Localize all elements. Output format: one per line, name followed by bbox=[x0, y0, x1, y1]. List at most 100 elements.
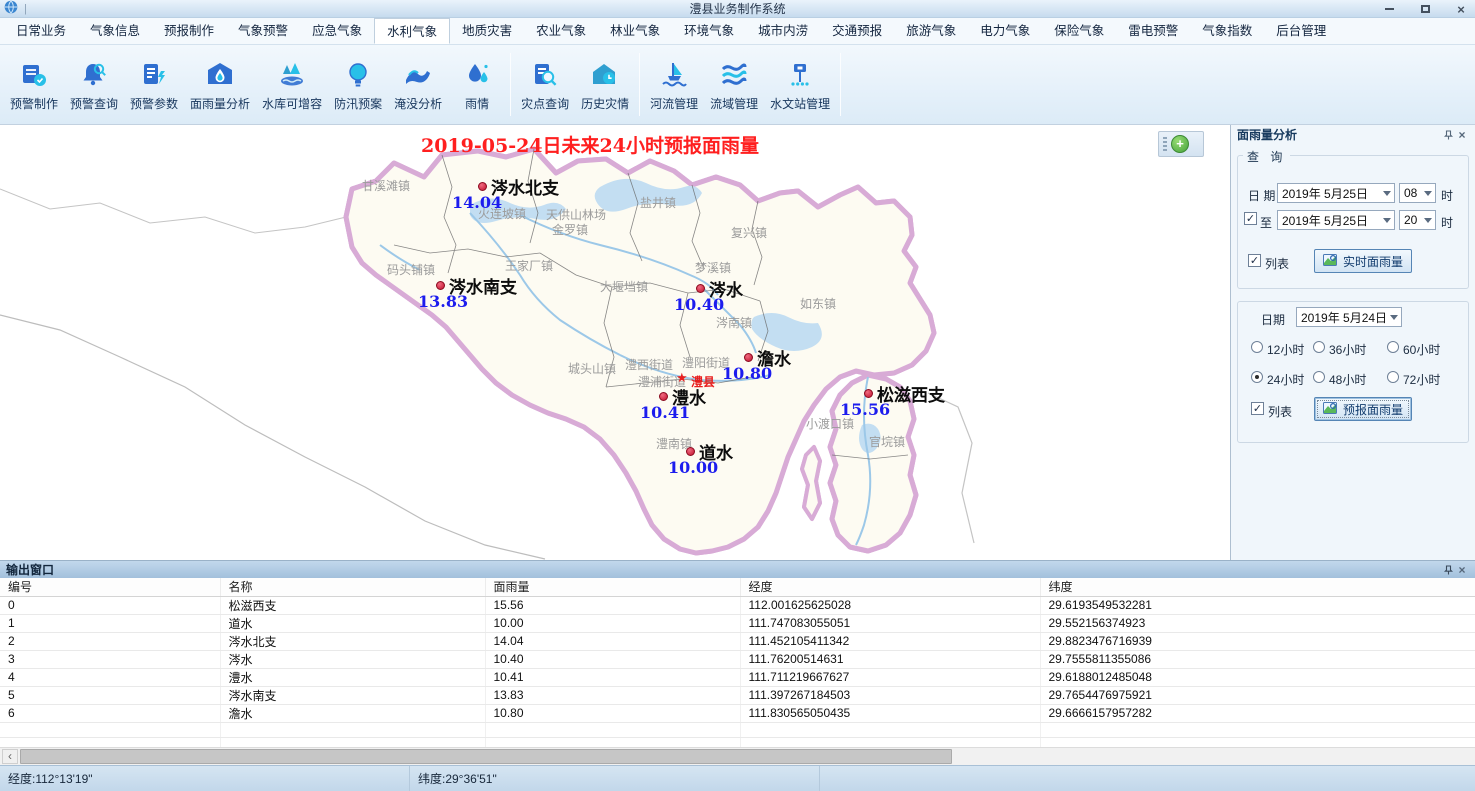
tool-disaster-point-query[interactable]: 灾点查询 bbox=[515, 58, 575, 112]
tool-rain-condition[interactable]: 雨情 bbox=[448, 58, 506, 112]
menu-item-forestry-weather[interactable]: 林业气象 bbox=[598, 18, 672, 44]
inundation-analysis-icon bbox=[403, 60, 433, 90]
to-date-checkbox[interactable]: ✓ bbox=[1244, 212, 1257, 225]
radio-12h[interactable] bbox=[1251, 341, 1263, 353]
station-marker[interactable] bbox=[696, 284, 705, 293]
minimize-button[interactable] bbox=[1381, 2, 1397, 16]
col-header-id[interactable]: 编号 bbox=[0, 578, 220, 596]
tool-inundation-analysis[interactable]: 淹没分析 bbox=[388, 58, 448, 112]
radio-72h[interactable] bbox=[1387, 371, 1399, 383]
radio-48h[interactable] bbox=[1313, 371, 1325, 383]
drag-grip-icon[interactable] bbox=[1163, 137, 1167, 151]
tool-flood-plan[interactable]: 防汛预案 bbox=[328, 58, 388, 112]
town-label: 梦溪镇 bbox=[695, 259, 731, 276]
reservoir-capacity-icon bbox=[277, 60, 307, 90]
list-checkbox[interactable]: ✓ bbox=[1248, 254, 1261, 267]
radio-60h[interactable] bbox=[1387, 341, 1399, 353]
tool-warning-create[interactable]: 预警制作 bbox=[4, 58, 64, 112]
station-marker[interactable] bbox=[436, 281, 445, 290]
table-row[interactable]: 2涔水北支14.04111.45210541134229.88234767169… bbox=[0, 632, 1475, 650]
menu-item-insurance-weather[interactable]: 保险气象 bbox=[1042, 18, 1116, 44]
menu-item-weather-info[interactable]: 气象信息 bbox=[78, 18, 152, 44]
town-label: 澧西街道 bbox=[625, 356, 673, 373]
forecast-date-select[interactable]: 2019年 5月24日 bbox=[1296, 307, 1402, 327]
menu-item-weather-warning[interactable]: 气象预警 bbox=[226, 18, 300, 44]
station-marker[interactable] bbox=[659, 392, 668, 401]
panel-title: 面雨量分析 bbox=[1237, 126, 1441, 143]
pin-icon[interactable] bbox=[1441, 563, 1455, 577]
menu-item-agriculture-weather[interactable]: 农业气象 bbox=[524, 18, 598, 44]
table-row[interactable]: 4澧水10.41111.71121966762729.6188012485048 bbox=[0, 668, 1475, 686]
table-row[interactable]: 5涔水南支13.83111.39726718450329.76544769759… bbox=[0, 686, 1475, 704]
tool-warning-params[interactable]: 预警参数 bbox=[124, 58, 184, 112]
station-value: 10.80 bbox=[722, 364, 772, 383]
map-area[interactable]: 2019-05-24日未来24小时预报面雨量 甘溪滩镇 火连坡镇 天供山林场 金… bbox=[0, 125, 1230, 560]
status-longitude: 经度:112°13'19" bbox=[0, 766, 410, 791]
col-header-name[interactable]: 名称 bbox=[220, 578, 485, 596]
forecast-rain-button[interactable]: 预报面雨量 bbox=[1314, 397, 1412, 421]
col-header-rain[interactable]: 面雨量 bbox=[485, 578, 740, 596]
end-date-select[interactable]: 2019年 5月25日 bbox=[1277, 210, 1395, 230]
close-button[interactable]: × bbox=[1453, 2, 1469, 16]
tool-basin-management[interactable]: 流域管理 bbox=[704, 58, 764, 112]
statusbar: 经度:112°13'19" 纬度:29°36'51" bbox=[0, 765, 1475, 791]
table-row[interactable]: 1道水10.00111.74708305505129.552156374923 bbox=[0, 614, 1475, 632]
map-zoom-control: + bbox=[1158, 131, 1204, 157]
menu-item-forecast-production[interactable]: 预报制作 bbox=[152, 18, 226, 44]
menu-item-geological-disaster[interactable]: 地质灾害 bbox=[450, 18, 524, 44]
maximize-button[interactable] bbox=[1417, 2, 1433, 16]
forecast-list-checkbox[interactable]: ✓ bbox=[1251, 402, 1264, 415]
scroll-left-icon[interactable]: ‹ bbox=[2, 749, 18, 764]
table-header-row: 编号 名称 面雨量 经度 纬度 bbox=[0, 578, 1475, 596]
app-window: | 澧县业务制作系统 × 日常业务 气象信息 预报制作 气象预警 应急气象 水利… bbox=[0, 0, 1475, 791]
menu-item-hydrology-weather[interactable]: 水利气象 bbox=[374, 18, 450, 44]
station-marker[interactable] bbox=[478, 182, 487, 191]
town-label: 甘溪滩镇 bbox=[362, 177, 410, 194]
end-hour-select[interactable]: 20 bbox=[1399, 210, 1436, 230]
start-hour-select[interactable]: 08 bbox=[1399, 183, 1436, 203]
pin-icon[interactable] bbox=[1441, 128, 1455, 142]
chevron-down-icon bbox=[1379, 211, 1394, 229]
output-close-icon[interactable]: × bbox=[1455, 563, 1469, 577]
scrollbar-thumb[interactable] bbox=[20, 749, 952, 764]
menu-item-daily-business[interactable]: 日常业务 bbox=[4, 18, 78, 44]
table-row[interactable]: 0松滋西支15.56112.00162562502829.61935495322… bbox=[0, 596, 1475, 614]
disaster-point-query-icon bbox=[530, 60, 560, 90]
toolbar-separator bbox=[840, 53, 841, 116]
station-marker[interactable] bbox=[744, 353, 753, 362]
zoom-in-button[interactable]: + bbox=[1171, 135, 1189, 153]
tool-hydrostation-management[interactable]: 水文站管理 bbox=[764, 58, 836, 112]
radio-36h[interactable] bbox=[1313, 341, 1325, 353]
table-row[interactable]: 3涔水10.40111.7620051463129.7555811355086 bbox=[0, 650, 1475, 668]
menubar: 日常业务 气象信息 预报制作 气象预警 应急气象 水利气象 地质灾害 农业气象 … bbox=[0, 18, 1475, 45]
menu-item-lightning-warning[interactable]: 雷电预警 bbox=[1116, 18, 1190, 44]
window-title: 澧县业务制作系统 bbox=[0, 0, 1475, 17]
menu-item-urban-flooding[interactable]: 城市内涝 bbox=[746, 18, 820, 44]
tool-areal-rain-analysis[interactable]: 面雨量分析 bbox=[184, 58, 256, 112]
menu-item-weather-index[interactable]: 气象指数 bbox=[1190, 18, 1264, 44]
menu-item-traffic-forecast[interactable]: 交通预报 bbox=[820, 18, 894, 44]
menu-item-power-weather[interactable]: 电力气象 bbox=[968, 18, 1042, 44]
horizontal-scrollbar[interactable]: ‹ bbox=[0, 747, 1475, 765]
start-date-select[interactable]: 2019年 5月25日 bbox=[1277, 183, 1395, 203]
realtime-rain-button[interactable]: 实时面雨量 bbox=[1314, 249, 1412, 273]
map-canvas[interactable] bbox=[0, 125, 1230, 560]
station-marker[interactable] bbox=[686, 447, 695, 456]
col-header-longitude[interactable]: 经度 bbox=[740, 578, 1040, 596]
menu-item-environment-weather[interactable]: 环境气象 bbox=[672, 18, 746, 44]
radio-24h[interactable] bbox=[1251, 371, 1263, 383]
titlebar: | 澧县业务制作系统 × bbox=[0, 0, 1475, 18]
rain-condition-icon bbox=[462, 60, 492, 90]
col-header-latitude[interactable]: 纬度 bbox=[1040, 578, 1475, 596]
station-marker[interactable] bbox=[864, 389, 873, 398]
menu-item-backend-management[interactable]: 后台管理 bbox=[1264, 18, 1338, 44]
menu-item-emergency-weather[interactable]: 应急气象 bbox=[300, 18, 374, 44]
river-management-icon bbox=[659, 60, 689, 90]
menu-item-tourism-weather[interactable]: 旅游气象 bbox=[894, 18, 968, 44]
panel-close-icon[interactable]: × bbox=[1455, 128, 1469, 142]
table-row[interactable]: 6澹水10.80111.83056505043529.6666157957282 bbox=[0, 704, 1475, 722]
tool-history-disaster[interactable]: 历史灾情 bbox=[575, 58, 635, 112]
tool-reservoir-capacity[interactable]: 水库可增容 bbox=[256, 58, 328, 112]
tool-warning-query[interactable]: 预警查询 bbox=[64, 58, 124, 112]
tool-river-management[interactable]: 河流管理 bbox=[644, 58, 704, 112]
